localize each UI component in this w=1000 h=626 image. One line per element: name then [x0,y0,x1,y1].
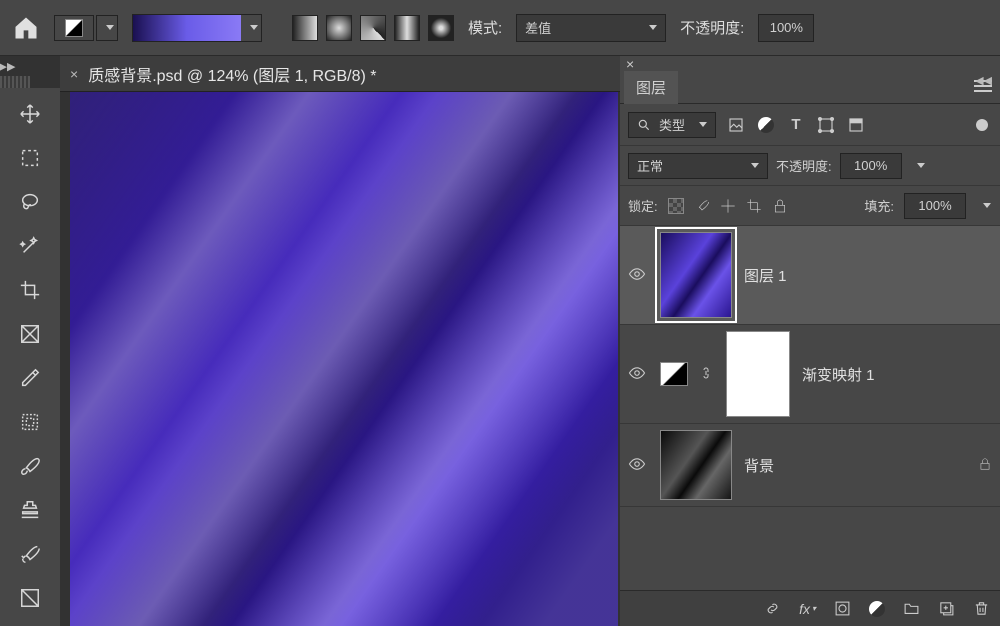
canvas[interactable] [70,92,618,626]
layer-row[interactable]: 渐变映射 1 [620,325,1000,424]
toolbox-grip[interactable] [0,76,30,88]
filter-type-dropdown[interactable]: 类型 [628,112,716,138]
brush-tool[interactable] [7,446,53,486]
opacity-label: 不透明度: [680,17,744,38]
lock-transparency-icon[interactable] [668,198,684,214]
gradient-angle-icon[interactable] [360,15,386,41]
collapse-left-panel[interactable]: ▶▶ [0,56,14,76]
magic-wand-tool[interactable] [7,226,53,266]
layer-blend-row: 正常 不透明度: 100% [620,146,1000,186]
layer-row[interactable]: 图层 1 [620,226,1000,325]
lock-all-icon[interactable] [772,198,788,214]
layer-filter-row: 类型 T [620,104,1000,146]
opacity-input[interactable]: 100% [758,14,814,42]
crop-tool[interactable] [7,270,53,310]
layer-name[interactable]: 渐变映射 1 [802,364,875,385]
fill-chev[interactable] [976,203,992,208]
layer-name[interactable]: 背景 [744,455,774,476]
filter-smart-icon[interactable] [846,115,866,135]
delete-layer-icon[interactable] [973,600,990,617]
layer-name[interactable]: 图层 1 [744,265,787,286]
add-mask-icon[interactable] [834,600,851,617]
gradient-tool[interactable] [7,578,53,618]
move-tool[interactable] [7,94,53,134]
options-bar: 模式: 差值 不透明度: 100% [0,0,1000,56]
clone-stamp-tool[interactable] [7,490,53,530]
gradient-type-group [292,15,454,41]
history-brush-tool[interactable] [7,534,53,574]
filter-toggle-icon[interactable] [972,115,992,135]
gradient-linear-icon[interactable] [292,15,318,41]
layer-row[interactable]: 背景 [620,424,1000,507]
layer-list: 图层 1 渐变映射 1 背景 [620,226,1000,507]
collapse-panel-icon[interactable]: ◀◀ [975,74,992,87]
layer-thumbnail[interactable] [660,232,732,318]
lock-artboard-icon[interactable] [746,198,762,214]
home-icon[interactable] [12,14,40,42]
opacity-chev[interactable] [910,163,926,168]
foreground-swatch[interactable] [54,15,94,41]
gradient-reflected-icon[interactable] [394,15,420,41]
fill-input[interactable]: 100% [904,193,966,219]
filter-shape-icon[interactable] [816,115,836,135]
stamp-border-tool[interactable] [7,402,53,442]
gradient-preview [133,15,241,41]
panel-close-icon[interactable]: × [626,56,634,72]
locked-icon[interactable] [978,457,992,474]
close-tab-icon[interactable]: × [70,66,78,82]
eyedropper-tool[interactable] [7,358,53,398]
filter-pixel-icon[interactable] [726,115,746,135]
filter-type-icon[interactable]: T [786,115,806,135]
marquee-tool[interactable] [7,138,53,178]
mode-label: 模式: [468,17,502,38]
layers-panel-footer: fx▾ [620,590,1000,626]
link-layers-icon[interactable] [764,600,781,617]
layer-opacity-label: 不透明度: [776,156,832,175]
gradient-radial-icon[interactable] [326,15,352,41]
document-tab-bar: × 质感背景.psd @ 124% (图层 1, RGB/8) * [60,56,620,92]
lock-position-icon[interactable] [720,198,736,214]
toolbox [0,88,60,626]
blend-mode-value: 差值 [525,18,551,37]
layer-fx-icon[interactable]: fx▾ [799,601,816,617]
fill-label: 填充: [864,196,894,215]
gradient-diamond-icon[interactable] [428,15,454,41]
lock-pixels-icon[interactable] [694,198,710,214]
visibility-icon[interactable] [628,455,648,476]
filter-adjustment-icon[interactable] [756,115,776,135]
link-mask-icon[interactable] [700,365,714,384]
layer-thumbnail[interactable] [660,430,732,500]
new-layer-icon[interactable] [938,600,955,617]
lock-label: 锁定: [628,196,658,215]
lasso-tool[interactable] [7,182,53,222]
layers-tab[interactable]: 图层 [624,71,678,104]
swatch-dropdown[interactable] [96,15,118,41]
new-group-icon[interactable] [903,600,920,617]
document-tab-title[interactable]: 质感背景.psd @ 124% (图层 1, RGB/8) * [88,62,376,86]
gradient-picker[interactable] [132,14,262,42]
mask-thumbnail[interactable] [726,331,790,417]
visibility-icon[interactable] [628,364,648,385]
adjustment-thumbnail[interactable] [660,362,688,386]
layers-panel: × ◀◀ 图层 类型 T 正常 不透明度: 100% 锁定: [620,56,1000,626]
new-adjustment-icon[interactable] [869,601,885,617]
visibility-icon[interactable] [628,265,648,286]
layer-blend-dropdown[interactable]: 正常 [628,153,768,179]
blend-mode-dropdown[interactable]: 差值 [516,14,666,42]
frame-tool[interactable] [7,314,53,354]
layer-lock-row: 锁定: 填充: 100% [620,186,1000,226]
layer-opacity-input[interactable]: 100% [840,153,902,179]
